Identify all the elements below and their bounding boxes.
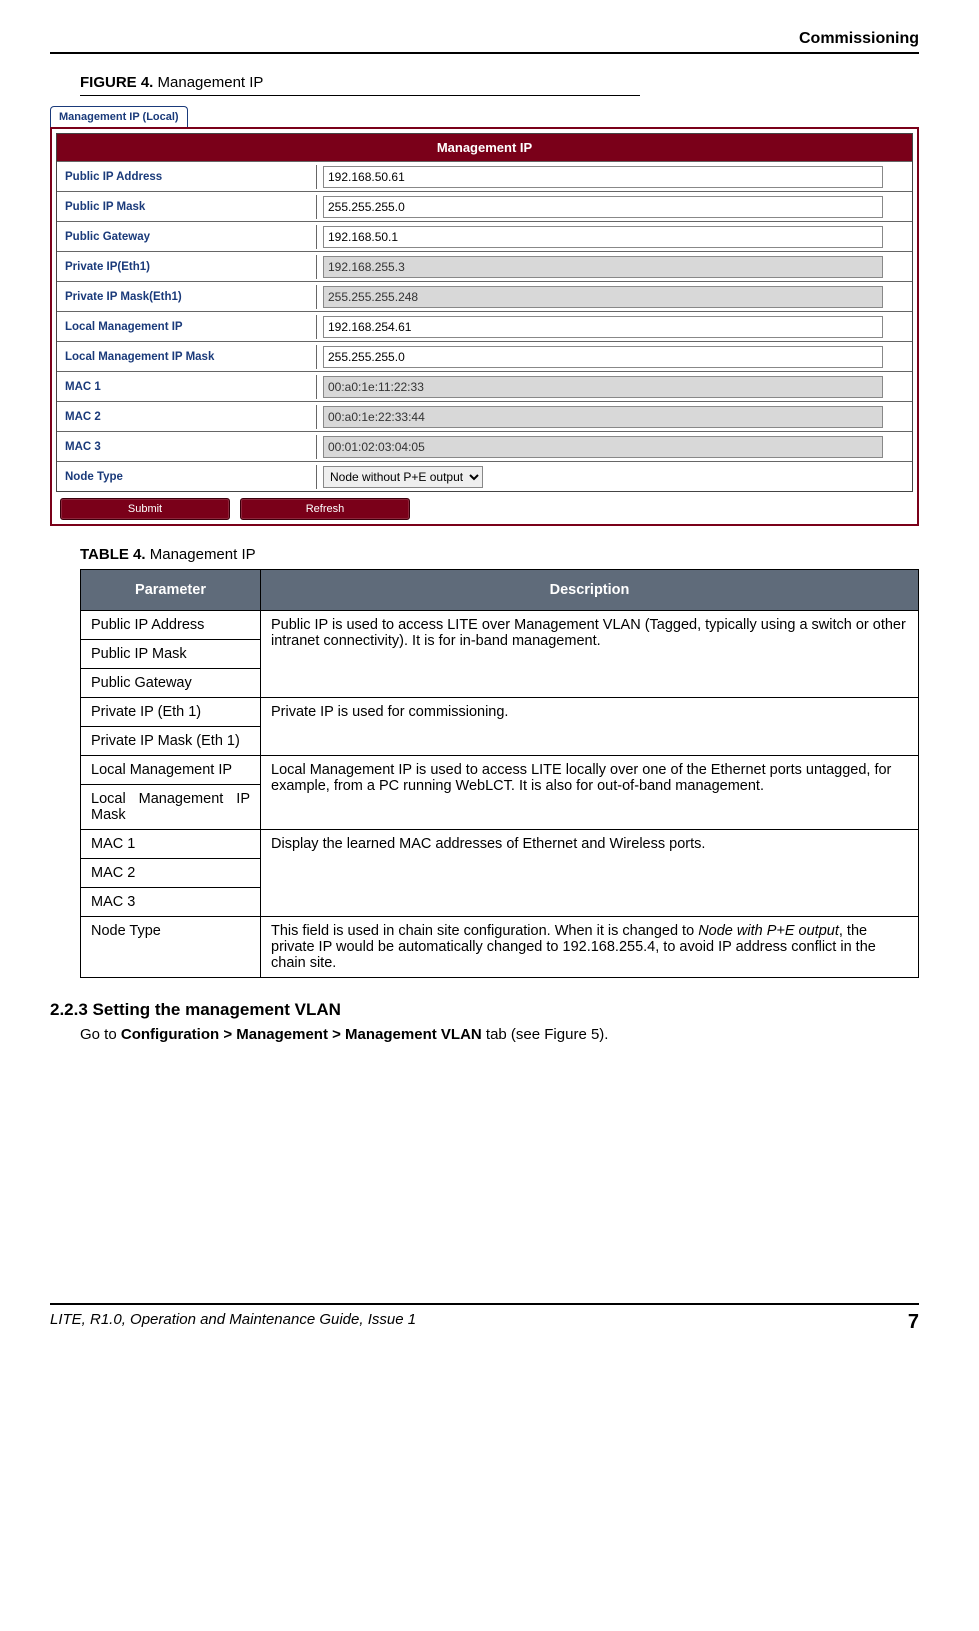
row-mac1: MAC 1 — [57, 371, 912, 401]
input-mac3 — [323, 436, 883, 458]
cell-param: Private IP Mask (Eth 1) — [81, 727, 261, 756]
figure-caption: FIGURE 4. Management IP — [80, 74, 919, 91]
input-mac2 — [323, 406, 883, 428]
section-paragraph: Go to Configuration > Management > Manag… — [80, 1026, 919, 1043]
row-public-ip-address: Public IP Address — [57, 161, 912, 191]
cell-param: Local Management IP — [81, 756, 261, 785]
screenshot-panel: Management IP (Local) Management IP Publ… — [50, 106, 919, 526]
para-pre: Go to — [80, 1026, 121, 1043]
description-table: Parameter Description Public IP Address … — [80, 569, 919, 978]
label-public-gateway: Public Gateway — [57, 225, 317, 249]
th-description: Description — [261, 570, 919, 611]
label-mac2: MAC 2 — [57, 405, 317, 429]
label-local-mgmt-ip-mask: Local Management IP Mask — [57, 345, 317, 369]
cell-desc: Public IP is used to access LITE over Ma… — [261, 611, 919, 698]
label-local-mgmt-ip: Local Management IP — [57, 315, 317, 339]
input-private-ip-mask-eth1 — [323, 286, 883, 308]
input-private-ip-eth1 — [323, 256, 883, 278]
cell-desc: Private IP is used for commissioning. — [261, 698, 919, 756]
select-node-type[interactable]: Node without P+E output — [323, 466, 483, 488]
cell-param: MAC 3 — [81, 888, 261, 917]
running-header: Commissioning — [50, 30, 919, 48]
cell-param: Public IP Address — [81, 611, 261, 640]
input-local-mgmt-ip-mask[interactable] — [323, 346, 883, 368]
panel-title: Management IP — [57, 134, 912, 161]
table-row: Public IP Address Public IP is used to a… — [81, 611, 919, 640]
input-public-ip-address[interactable] — [323, 166, 883, 188]
cell-desc: Display the learned MAC addresses of Eth… — [261, 830, 919, 917]
cell-param: Private IP (Eth 1) — [81, 698, 261, 727]
section-heading: 2.2.3 Setting the management VLAN — [50, 1000, 919, 1020]
page-footer: LITE, R1.0, Operation and Maintenance Gu… — [50, 1303, 919, 1334]
row-mac2: MAC 2 — [57, 401, 912, 431]
cell-param: Node Type — [81, 917, 261, 978]
row-public-ip-mask: Public IP Mask — [57, 191, 912, 221]
node-type-desc-em: Node with P+E output — [698, 923, 839, 939]
label-public-ip-mask: Public IP Mask — [57, 195, 317, 219]
table-title: Management IP — [150, 546, 256, 563]
row-private-ip-eth1: Private IP(Eth1) — [57, 251, 912, 281]
row-node-type: Node Type Node without P+E output — [57, 461, 912, 491]
label-private-ip-eth1: Private IP(Eth1) — [57, 255, 317, 279]
table-row: Private IP (Eth 1) Private IP is used fo… — [81, 698, 919, 727]
figure-underline — [80, 95, 640, 96]
cell-param: Public Gateway — [81, 669, 261, 698]
button-row: Submit Refresh — [56, 492, 913, 520]
footer-doc-title: LITE, R1.0, Operation and Maintenance Gu… — [50, 1311, 416, 1334]
row-public-gateway: Public Gateway — [57, 221, 912, 251]
table-row: Local Management IP Local Management IP … — [81, 756, 919, 785]
table-row: MAC 1 Display the learned MAC addresses … — [81, 830, 919, 859]
node-type-desc-pre: This field is used in chain site configu… — [271, 923, 698, 939]
tab-bar: Management IP (Local) — [50, 106, 919, 127]
cell-param: MAC 1 — [81, 830, 261, 859]
input-local-mgmt-ip[interactable] — [323, 316, 883, 338]
para-post: tab (see Figure 5). — [482, 1026, 609, 1043]
label-public-ip-address: Public IP Address — [57, 165, 317, 189]
table-caption: TABLE 4. Management IP — [80, 546, 919, 563]
cell-param: MAC 2 — [81, 859, 261, 888]
input-public-ip-mask[interactable] — [323, 196, 883, 218]
para-bold: Configuration > Management > Management … — [121, 1026, 482, 1043]
refresh-button[interactable]: Refresh — [240, 498, 410, 520]
cell-desc: This field is used in chain site configu… — [261, 917, 919, 978]
row-local-mgmt-ip: Local Management IP — [57, 311, 912, 341]
figure-prefix: FIGURE 4. — [80, 74, 153, 91]
table-row: Node Type This field is used in chain si… — [81, 917, 919, 978]
row-private-ip-mask-eth1: Private IP Mask(Eth1) — [57, 281, 912, 311]
footer-rule — [50, 1303, 919, 1305]
table-prefix: TABLE 4. — [80, 546, 146, 563]
cell-param: Public IP Mask — [81, 640, 261, 669]
input-mac1 — [323, 376, 883, 398]
th-parameter: Parameter — [81, 570, 261, 611]
figure-title: Management IP — [158, 74, 264, 91]
cell-param: Local Management IP Mask — [81, 785, 261, 830]
tab-management-ip-local[interactable]: Management IP (Local) — [50, 106, 188, 127]
cell-desc: Local Management IP is used to access LI… — [261, 756, 919, 830]
input-public-gateway[interactable] — [323, 226, 883, 248]
row-local-mgmt-ip-mask: Local Management IP Mask — [57, 341, 912, 371]
row-mac3: MAC 3 — [57, 431, 912, 461]
panel-outer: Management IP Public IP Address Public I… — [50, 127, 919, 526]
header-rule — [50, 52, 919, 54]
label-node-type: Node Type — [57, 465, 317, 489]
footer-page-number: 7 — [908, 1311, 919, 1334]
label-mac3: MAC 3 — [57, 435, 317, 459]
label-mac1: MAC 1 — [57, 375, 317, 399]
submit-button[interactable]: Submit — [60, 498, 230, 520]
label-private-ip-mask-eth1: Private IP Mask(Eth1) — [57, 285, 317, 309]
